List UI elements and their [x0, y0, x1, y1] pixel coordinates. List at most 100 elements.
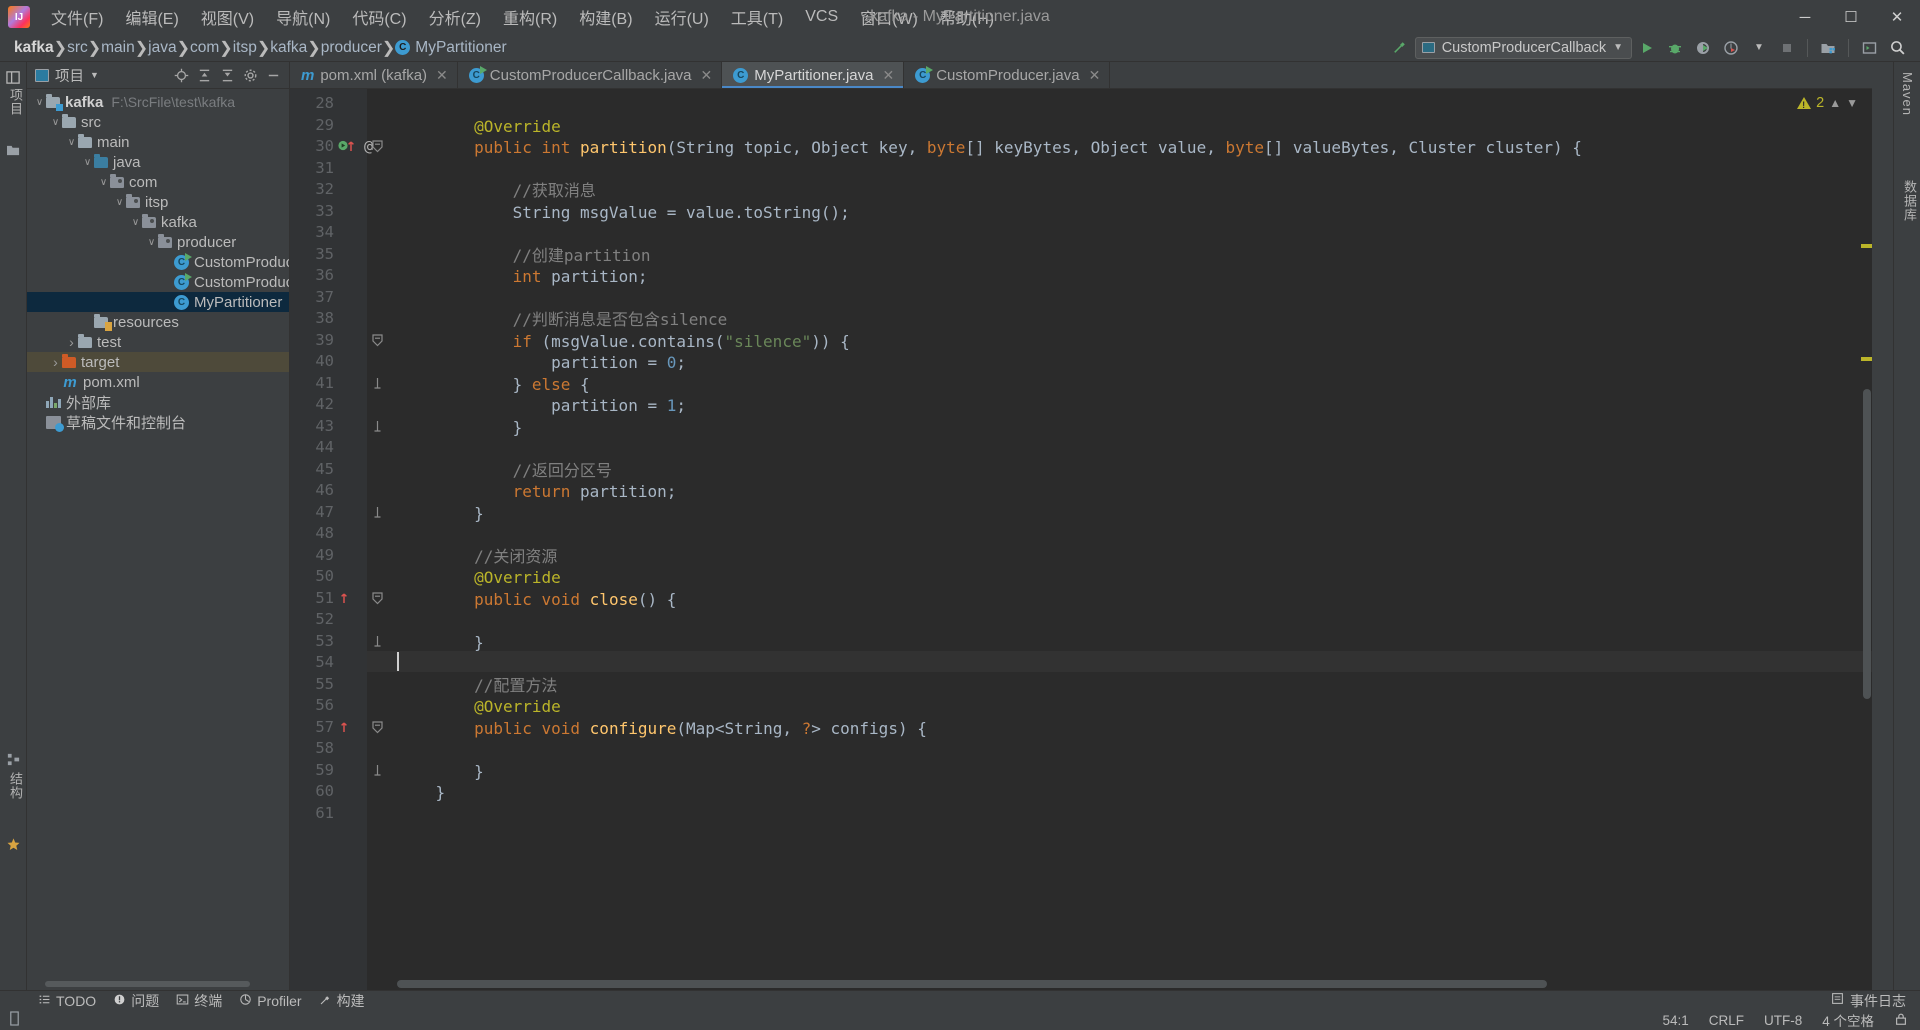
tree-node-CustomProducer[interactable]: CCustomProducer: [27, 252, 289, 272]
line-number[interactable]: 41: [290, 374, 334, 392]
tool-window-button-Profiler[interactable]: Profiler: [239, 993, 302, 1009]
tree-node-java[interactable]: ∨ java: [27, 152, 289, 172]
minimize-button[interactable]: ─: [1782, 0, 1828, 34]
tree-node-src[interactable]: ∨ src: [27, 112, 289, 132]
run-with-coverage-icon[interactable]: [1690, 36, 1716, 60]
code-fold-icon[interactable]: [372, 764, 383, 781]
chevron-right-icon[interactable]: ›: [49, 354, 62, 370]
line-separator[interactable]: CRLF: [1709, 1013, 1744, 1028]
line-number[interactable]: 47: [290, 503, 334, 521]
close-tab-icon[interactable]: ✕: [701, 67, 713, 84]
search-everywhere-icon[interactable]: [1884, 36, 1910, 60]
line-number[interactable]: 55: [290, 675, 334, 693]
chevron-down-icon[interactable]: ∨: [97, 177, 110, 188]
tree-node-CustomProducer[interactable]: CCustomProducer: [27, 272, 289, 292]
line-number[interactable]: 46: [290, 481, 334, 499]
line-number[interactable]: 40: [290, 352, 334, 370]
menu-item-4[interactable]: 代码(C): [341, 2, 417, 32]
line-number[interactable]: 49: [290, 546, 334, 564]
favorites-star-icon[interactable]: [6, 837, 21, 852]
line-number[interactable]: 59: [290, 761, 334, 779]
line-number[interactable]: 50: [290, 567, 334, 585]
warning-marker[interactable]: [1861, 244, 1872, 248]
open-terminal-icon[interactable]: [1856, 36, 1882, 60]
breadcrumb-item-src[interactable]: src: [67, 39, 88, 57]
menu-item-5[interactable]: 分析(Z): [418, 2, 492, 32]
menu-item-11[interactable]: 窗口(W): [849, 2, 929, 32]
line-number[interactable]: 28: [290, 94, 334, 112]
chevron-down-icon[interactable]: ∨: [33, 97, 46, 108]
tree-node-com[interactable]: ∨ com: [27, 172, 289, 192]
chevron-down-icon[interactable]: ∨: [145, 237, 158, 248]
tree-node-resources[interactable]: resources: [27, 312, 289, 332]
editor-horizontal-scrollbar[interactable]: [397, 980, 1547, 988]
breadcrumb-item-kafka[interactable]: kafka: [270, 39, 307, 57]
menu-item-0[interactable]: 文件(F): [40, 2, 114, 32]
select-opened-file-icon[interactable]: [1815, 36, 1841, 60]
code-fold-icon[interactable]: [372, 506, 383, 523]
line-number[interactable]: 37: [290, 288, 334, 306]
close-tab-icon[interactable]: ✕: [882, 67, 894, 84]
editor-tab-MyPartitioner.java[interactable]: C MyPartitioner.java ✕: [722, 62, 905, 88]
run-icon[interactable]: [1634, 36, 1660, 60]
tree-node-target[interactable]: › target: [27, 352, 289, 372]
editor-tab-pom.xml (kafka)[interactable]: m pom.xml (kafka) ✕: [290, 62, 458, 88]
close-button[interactable]: ✕: [1874, 0, 1920, 34]
line-number[interactable]: 48: [290, 524, 334, 542]
breadcrumb-item-java[interactable]: java: [148, 39, 176, 57]
line-number[interactable]: 58: [290, 739, 334, 757]
editor-tab-CustomProducer.java[interactable]: C CustomProducer.java ✕: [904, 62, 1111, 88]
line-number[interactable]: 61: [290, 804, 334, 822]
read-write-lock-icon[interactable]: [1894, 1012, 1908, 1029]
close-tab-icon[interactable]: ✕: [436, 67, 448, 84]
code-fold-icon[interactable]: [372, 140, 383, 156]
line-number[interactable]: 35: [290, 245, 334, 263]
settings-gear-icon[interactable]: [240, 65, 260, 85]
line-number[interactable]: 45: [290, 460, 334, 478]
code-fold-icon[interactable]: [372, 420, 383, 437]
build-hammer-icon[interactable]: [1387, 36, 1413, 60]
chevron-down-icon[interactable]: ▼: [1846, 96, 1858, 110]
tool-window-button-终端[interactable]: 终端: [176, 991, 222, 1011]
sidebar-item-database[interactable]: 数据库: [1900, 180, 1919, 222]
line-number[interactable]: 31: [290, 159, 334, 177]
hide-panel-icon[interactable]: [263, 65, 283, 85]
chevron-down-icon[interactable]: ∨: [65, 137, 78, 148]
tree-node-kafka[interactable]: ∨ kafka: [27, 212, 289, 232]
tree-node-test[interactable]: › test: [27, 332, 289, 352]
tree-node-外部库[interactable]: 外部库: [27, 392, 289, 412]
menu-item-10[interactable]: VCS: [794, 5, 849, 29]
line-number[interactable]: 52: [290, 610, 334, 628]
tool-window-button-问题[interactable]: 问题: [113, 991, 159, 1011]
warning-marker-2[interactable]: [1861, 357, 1872, 361]
debug-icon[interactable]: [1662, 36, 1688, 60]
breadcrumb-item-kafka[interactable]: kafka: [14, 39, 54, 57]
chevron-down-icon[interactable]: ∨: [129, 217, 142, 228]
locate-icon[interactable]: [171, 65, 191, 85]
menu-item-1[interactable]: 编辑(E): [114, 2, 189, 32]
memory-indicator-icon[interactable]: [8, 1011, 21, 1029]
gutter-run-override-icon[interactable]: [338, 138, 364, 156]
chevron-right-icon[interactable]: ›: [65, 334, 78, 350]
project-tool-window-icon[interactable]: [6, 70, 21, 85]
inspection-status-badge[interactable]: 2 ▲ ▼: [1797, 95, 1858, 111]
caret-position[interactable]: 54:1: [1662, 1013, 1688, 1028]
breadcrumb-item-MyPartitioner[interactable]: C MyPartitioner: [395, 39, 507, 57]
chevron-down-icon[interactable]: ▼: [90, 70, 99, 80]
close-tab-icon[interactable]: ✕: [1089, 67, 1101, 84]
editor-vertical-scrollbar[interactable]: [1863, 389, 1871, 699]
breadcrumb-item-com[interactable]: com: [190, 39, 219, 57]
tree-node-MyPartitioner[interactable]: C MyPartitioner: [27, 292, 289, 312]
expand-all-icon[interactable]: [194, 65, 214, 85]
collapse-all-icon[interactable]: [217, 65, 237, 85]
chevron-down-icon[interactable]: ∨: [49, 117, 62, 128]
tool-window-button-TODO[interactable]: TODO: [38, 993, 96, 1009]
line-number[interactable]: 32: [290, 180, 334, 198]
line-number[interactable]: 33: [290, 202, 334, 220]
line-number[interactable]: 54: [290, 653, 334, 671]
menu-item-8[interactable]: 运行(U): [644, 2, 720, 32]
profiler-dropdown-icon[interactable]: ▼: [1746, 36, 1772, 60]
code-fold-icon[interactable]: [372, 377, 383, 394]
code-fold-icon[interactable]: [372, 720, 383, 737]
sidebar-item-maven[interactable]: Maven: [1900, 72, 1915, 116]
